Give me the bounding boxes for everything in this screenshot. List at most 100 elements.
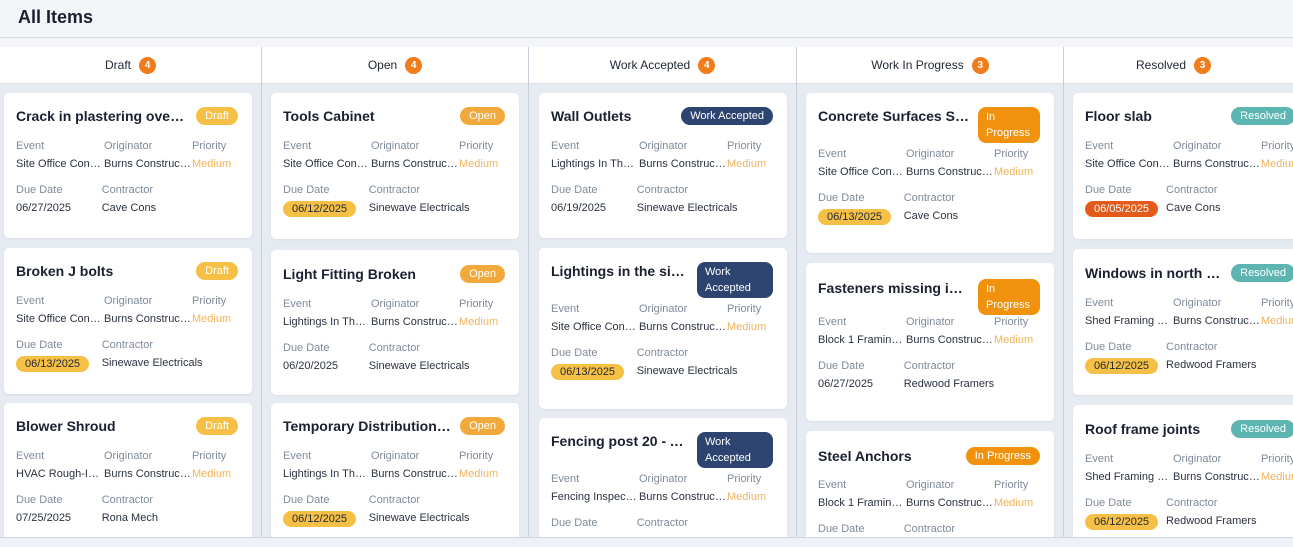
- priority-label: Priority: [1261, 453, 1293, 465]
- event-label: Event: [1085, 297, 1114, 309]
- status-badge: Resolved: [1231, 107, 1293, 125]
- event-value: Lightings In The ...: [283, 316, 371, 328]
- event-label: Event: [551, 473, 580, 485]
- priority-label: Priority: [459, 140, 494, 152]
- originator-label: Originator: [371, 140, 420, 152]
- originator-label: Originator: [906, 316, 955, 328]
- contractor-label: Contractor: [636, 347, 689, 359]
- column-header-open[interactable]: Open 4: [262, 47, 528, 84]
- originator-label: Originator: [104, 295, 153, 307]
- originator-label: Originator: [371, 298, 420, 310]
- event-value: Site Office Conc...: [16, 158, 104, 170]
- originator-value: Burns Construct...: [639, 321, 727, 333]
- card-title: Light Fitting Broken: [283, 266, 416, 282]
- event-label: Event: [551, 303, 580, 315]
- priority-label: Priority: [994, 148, 1029, 160]
- contractor-value: Cave Cons: [903, 210, 959, 222]
- contractor-label: Contractor: [101, 339, 154, 351]
- item-card[interactable]: Blower Shroud Draft Event HVAC Rough-In .…: [4, 403, 252, 537]
- contractor-label: Contractor: [903, 192, 956, 204]
- due-date-pill: 06/12/2025: [1085, 358, 1159, 374]
- item-card[interactable]: Light Fitting Broken Open Event Lightings…: [271, 250, 519, 395]
- priority-label: Priority: [727, 303, 762, 315]
- card-title: Temporary Distribution ...: [283, 418, 453, 434]
- priority-value: Medium: [994, 334, 1034, 346]
- status-badge: Resolved: [1231, 264, 1293, 282]
- item-card[interactable]: Concrete Surfaces Se... In Progress Even…: [806, 93, 1054, 253]
- column-title: Work In Progress: [871, 58, 964, 72]
- originator-label: Originator: [906, 148, 955, 160]
- priority-value: Medium: [727, 321, 767, 333]
- due-date-label: Due Date: [551, 184, 598, 196]
- priority-value: Medium: [192, 468, 232, 480]
- priority-value: Medium: [994, 497, 1034, 509]
- due-date-pill: 06/05/2025: [1085, 201, 1159, 217]
- status-badge: Work Accepted: [697, 262, 773, 298]
- column-count-badge: 4: [405, 56, 423, 74]
- priority-value: Medium: [1261, 315, 1293, 327]
- priority-value: Medium: [459, 158, 499, 170]
- originator-value: Burns Construct...: [104, 313, 192, 325]
- column-title: Open: [367, 58, 398, 72]
- column-title: Resolved: [1135, 58, 1187, 72]
- contractor-label: Contractor: [1166, 341, 1218, 353]
- originator-value: Burns Construct...: [1173, 158, 1261, 170]
- event-value: Site Office Const...: [551, 321, 639, 333]
- event-value: Lightings In The ...: [551, 158, 639, 170]
- column-header-work-accepted[interactable]: Work Accepted 4: [529, 47, 796, 84]
- status-badge: Open: [460, 265, 505, 283]
- column-title: Draft: [104, 58, 131, 72]
- event-label: Event: [283, 450, 312, 462]
- card-title: Broken J bolts: [16, 263, 114, 279]
- column-title: Work Accepted: [609, 58, 691, 72]
- contractor-label: Contractor: [101, 494, 154, 506]
- column-header-resolved[interactable]: Resolved 3: [1064, 47, 1293, 84]
- due-date-pill: 06/12/2025: [283, 201, 357, 217]
- horizontal-scrollbar[interactable]: [0, 537, 1293, 547]
- item-card[interactable]: Roof frame joints Resolved Event Shed Fra…: [1073, 405, 1293, 537]
- event-label: Event: [16, 295, 45, 307]
- priority-label: Priority: [459, 450, 494, 462]
- item-card[interactable]: Fasteners missing in s... In Progress Ev…: [806, 263, 1054, 421]
- item-card[interactable]: Tools Cabinet Open Event Site Office Cons…: [271, 93, 519, 239]
- event-value: Lightings In The ...: [283, 468, 371, 480]
- contractor-label: Contractor: [368, 494, 421, 506]
- priority-label: Priority: [1261, 140, 1293, 152]
- due-date-label: Due Date: [1085, 497, 1132, 509]
- event-label: Event: [818, 479, 847, 491]
- due-date-label: Due Date: [818, 523, 865, 535]
- contractor-label: Contractor: [101, 184, 154, 196]
- item-card[interactable]: Broken J bolts Draft Event Site Office Co…: [4, 248, 252, 394]
- item-card[interactable]: Lightings in the site... Work Accepted E…: [539, 248, 787, 409]
- card-title: Concrete Surfaces Se...: [818, 108, 970, 124]
- card-title: Wall Outlets: [551, 108, 632, 124]
- originator-label: Originator: [371, 450, 420, 462]
- item-card[interactable]: Crack in plastering over ... Draft Event…: [4, 93, 252, 238]
- due-date-pill: 06/13/2025: [551, 364, 625, 380]
- due-date-label: Due Date: [16, 494, 63, 506]
- originator-value: Burns Construct...: [1173, 471, 1261, 483]
- priority-value: Medium: [727, 158, 767, 170]
- card-title: Fasteners missing in s...: [818, 280, 970, 296]
- due-date-value: 06/27/2025: [16, 202, 72, 214]
- status-badge: In Progress: [978, 279, 1040, 315]
- status-badge: In Progress: [978, 107, 1040, 143]
- item-card[interactable]: Temporary Distribution ... Open Event Lig…: [271, 403, 519, 537]
- column-header-draft[interactable]: Draft 4: [0, 47, 261, 84]
- item-card[interactable]: Steel Anchors In Progress Event Block 1 F…: [806, 431, 1054, 537]
- item-card[interactable]: Windows in north wall Resolved Event Shed…: [1073, 249, 1293, 395]
- event-value: Fencing Inspecti...: [551, 491, 639, 503]
- priority-label: Priority: [192, 140, 227, 152]
- priority-value: Medium: [1261, 471, 1293, 483]
- item-card[interactable]: Floor slab Resolved Event Site Office Con…: [1073, 93, 1293, 239]
- event-value: Block 1 Framing ...: [818, 334, 906, 346]
- item-card[interactable]: Wall Outlets Work Accepted Event Lighting…: [539, 93, 787, 238]
- priority-value: Medium: [459, 316, 499, 328]
- contractor-value: Sinewave Electricals: [368, 512, 470, 524]
- column-header-work-in-progress[interactable]: Work In Progress 3: [797, 47, 1063, 84]
- card-title: Windows in north wall: [1085, 265, 1224, 281]
- status-badge: Draft: [196, 107, 238, 125]
- item-card[interactable]: Fencing post 20 - A... Work Accepted Eve…: [539, 418, 787, 537]
- due-date-label: Due Date: [283, 494, 330, 506]
- contractor-label: Contractor: [368, 184, 421, 196]
